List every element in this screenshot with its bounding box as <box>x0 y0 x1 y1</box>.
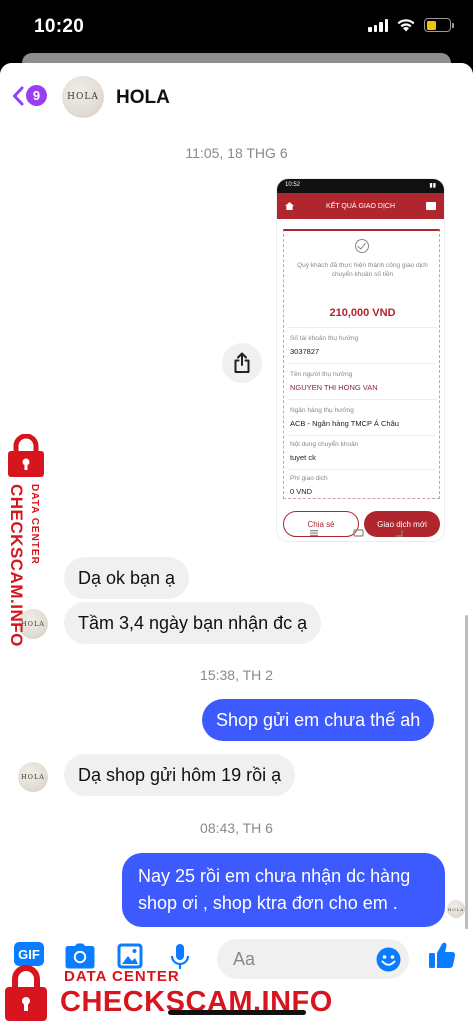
receipt-status-bar: 10:52 ▮▮ <box>277 179 444 193</box>
outgoing-message-bubble[interactable]: Shop gửi em chưa thế ah <box>202 699 435 741</box>
chat-sheet: 9 HOLA HOLA 11:05, 18 THG 6 10:52 ▮▮ KẾT … <box>0 63 473 1024</box>
receipt-body: Quý khách đã thực hiện thành công giao d… <box>283 229 440 499</box>
shared-image[interactable]: 10:52 ▮▮ KẾT QUẢ GIAO DỊCH Quý khách đã t… <box>276 178 445 542</box>
field-label: Số tài khoản thụ hưởng <box>290 335 359 342</box>
battery-icon <box>424 18 454 32</box>
receipt-nav-bar <box>310 529 403 537</box>
home-indicator[interactable] <box>168 1010 306 1015</box>
status-bar: 10:20 <box>0 0 473 56</box>
watermark-side: CHECKSCAM.INFO DATA CENTER <box>0 434 60 674</box>
read-receipt-avatar: HOLA <box>447 900 465 918</box>
receipt-amount: 210,000 VND <box>329 307 396 319</box>
incoming-message-bubble[interactable]: Tầm 3,4 ngày bạn nhận đc ạ <box>64 602 322 644</box>
receipt-message: Quý khách đã thực hiện thành công giao d… <box>297 262 428 278</box>
share-button[interactable] <box>222 343 262 383</box>
chat-header: 9 HOLA HOLA <box>0 63 473 133</box>
chevron-left-icon <box>13 86 24 105</box>
field-label: Ngân hàng thụ hưởng <box>290 407 354 414</box>
field-label: Phí giao dịch <box>290 475 328 482</box>
field-label: Tên người thụ hưởng <box>290 371 353 378</box>
image-icon <box>426 202 436 210</box>
home-icon <box>285 202 294 210</box>
field-value: ACB - Ngân hàng TMCP Á Châu <box>290 419 399 428</box>
receipt-status-time: 10:52 <box>285 182 301 188</box>
message-timestamp: 11:05, 18 THG 6 <box>185 145 288 161</box>
watermark-top: DATA CENTER <box>29 484 40 565</box>
receipt-title: KẾT QUẢ GIAO DỊCH <box>325 202 396 210</box>
check-circle-icon <box>355 239 369 253</box>
message-timestamp: 15:38, TH 2 <box>200 667 273 683</box>
watermark-top: DATA CENTER <box>64 968 180 985</box>
field-value: 3037827 <box>290 347 320 356</box>
status-time: 10:20 <box>34 16 85 37</box>
back-button[interactable]: 9 <box>12 85 47 106</box>
wifi-icon <box>397 19 415 32</box>
incoming-message-bubble[interactable]: Dạ shop gửi hôm 19 rồi ạ <box>64 754 296 796</box>
field-value: tuyet ck <box>290 453 316 462</box>
field-value: 0 VND <box>290 487 313 496</box>
outgoing-message-bubble[interactable]: Nay 25 rồi em chưa nhận dc hàng shop ơi … <box>122 853 445 927</box>
lock-icon <box>8 434 44 477</box>
avatar[interactable]: HOLA <box>62 76 104 118</box>
incoming-message-bubble[interactable]: Dạ ok bạn ạ <box>64 557 190 599</box>
scrollbar[interactable] <box>465 615 468 965</box>
cellular-signal-icon <box>368 18 388 32</box>
receipt-title-bar: KẾT QUẢ GIAO DỊCH <box>277 193 444 219</box>
unread-count-badge: 9 <box>26 85 47 106</box>
contact-name[interactable]: HOLA <box>116 87 170 109</box>
lock-icon <box>5 965 47 1021</box>
message-timestamp: 08:43, TH 6 <box>200 820 273 836</box>
watermark-main: CHECKSCAM.INFO <box>7 484 26 647</box>
status-icons <box>368 18 454 32</box>
avatar[interactable]: HOLA <box>18 762 48 792</box>
share-icon <box>234 352 250 373</box>
field-value: NGUYEN THI HONG VAN <box>290 383 378 392</box>
field-label: Nội dung chuyển khoản <box>290 441 359 448</box>
